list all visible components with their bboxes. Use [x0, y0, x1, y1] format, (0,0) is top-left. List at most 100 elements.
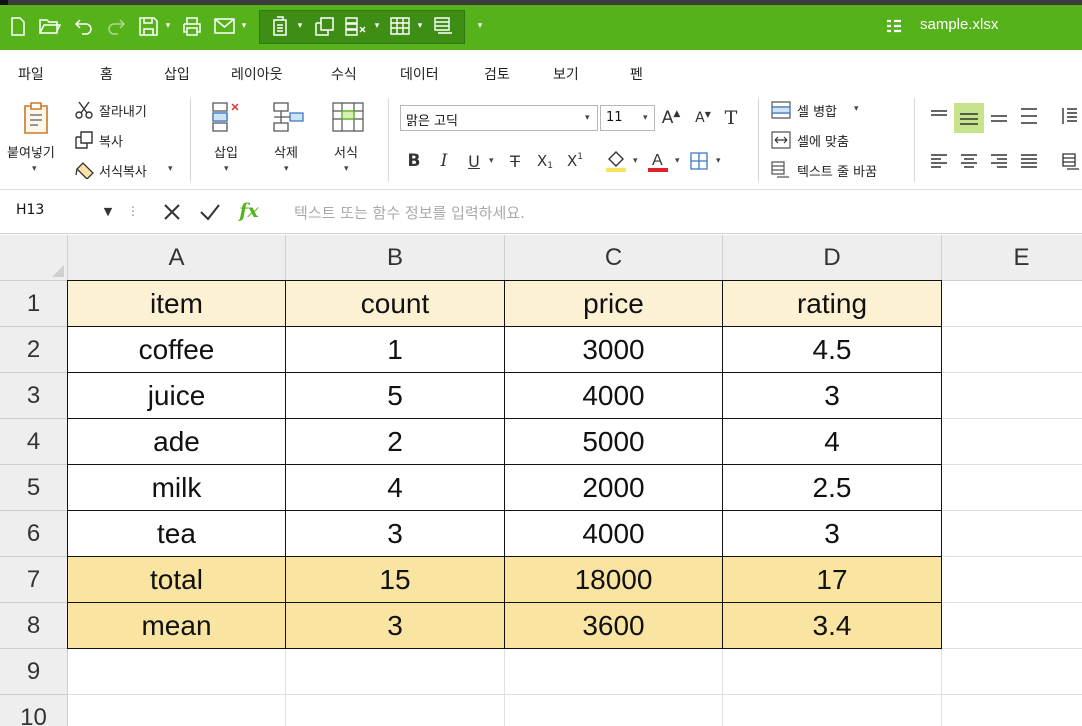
cell-a2[interactable]: coffee: [67, 326, 286, 373]
increase-font-icon[interactable]: A ▲: [660, 107, 682, 129]
column-header-b[interactable]: B: [286, 235, 505, 281]
cell-d9[interactable]: [723, 649, 942, 695]
tab-file[interactable]: 파일: [18, 64, 44, 84]
merge-cells-icon[interactable]: [770, 100, 792, 120]
delete-rows-dropdown-icon[interactable]: ▾: [371, 14, 383, 38]
cell-d3[interactable]: 3: [722, 372, 942, 419]
font-size-dropdown-icon[interactable]: ▾: [643, 113, 648, 123]
cell-b5[interactable]: 4: [285, 464, 505, 511]
cell-e3[interactable]: [942, 373, 1082, 419]
merge-dropdown-icon[interactable]: ▾: [854, 104, 859, 114]
cell-b8[interactable]: 3: [285, 602, 505, 649]
align-left-icon[interactable]: [928, 152, 950, 172]
mail-dropdown-icon[interactable]: ▾: [238, 14, 250, 38]
cell-b2[interactable]: 1: [285, 326, 505, 373]
cell-b4[interactable]: 2: [285, 418, 505, 465]
column-header-d[interactable]: D: [723, 235, 942, 281]
cut-label[interactable]: 잘라내기: [99, 101, 147, 120]
tab-formulas[interactable]: 수식: [331, 64, 357, 84]
subscript-icon[interactable]: X1: [532, 150, 558, 172]
borders-icon[interactable]: [688, 150, 710, 172]
row-header-5[interactable]: 5: [0, 465, 68, 511]
cell-e7[interactable]: [942, 557, 1082, 603]
wrap-label[interactable]: 텍스트 줄 바꿈: [797, 161, 877, 180]
cell-c5[interactable]: 2000: [504, 464, 723, 511]
tab-pen[interactable]: 펜: [630, 64, 643, 84]
formula-input[interactable]: 텍스트 또는 함수 정보를 입력하세요.: [294, 202, 525, 223]
copy-sheet-icon[interactable]: [312, 14, 336, 38]
delete-rows-icon[interactable]: [344, 14, 368, 38]
table-grid-dropdown-icon[interactable]: ▾: [414, 14, 426, 38]
paste-label[interactable]: 붙여넣기: [7, 142, 55, 161]
tab-insert[interactable]: 삽입: [164, 64, 190, 84]
cell-e10[interactable]: [942, 695, 1082, 726]
copy-label[interactable]: 복사: [99, 131, 123, 150]
cell-c8[interactable]: 3600: [504, 602, 723, 649]
tab-home[interactable]: 홈: [86, 64, 127, 94]
cell-d2[interactable]: 4.5: [722, 326, 942, 373]
font-color-dropdown-icon[interactable]: ▾: [675, 156, 680, 166]
wrap-text-icon[interactable]: [770, 160, 792, 180]
format-painter-label[interactable]: 서식복사: [99, 161, 147, 180]
cell-a1[interactable]: item: [67, 280, 286, 327]
cell-c1[interactable]: price: [504, 280, 723, 327]
bold-icon[interactable]: B: [404, 150, 424, 172]
more-options-icon[interactable]: ⋮: [127, 202, 139, 220]
cell-d4[interactable]: 4: [722, 418, 942, 465]
column-header-e[interactable]: E: [942, 235, 1082, 281]
tab-review[interactable]: 검토: [484, 64, 510, 84]
strikethrough-icon[interactable]: T: [504, 150, 526, 172]
cell-d6[interactable]: 3: [722, 510, 942, 557]
print-icon[interactable]: [180, 14, 204, 38]
merge-label[interactable]: 셀 병합: [797, 101, 837, 120]
cell-e1[interactable]: [942, 281, 1082, 327]
align-middle-button[interactable]: [954, 103, 984, 133]
name-box-dropdown-icon[interactable]: ▼: [100, 204, 116, 218]
copy-icon[interactable]: [74, 130, 94, 150]
save-icon[interactable]: [136, 14, 160, 38]
align-bottom-icon[interactable]: [988, 106, 1010, 126]
cell-a5[interactable]: milk: [67, 464, 286, 511]
cell-e6[interactable]: [942, 511, 1082, 557]
insert-label[interactable]: 삽입: [214, 142, 238, 161]
delete-label[interactable]: 삭제: [274, 142, 298, 161]
cell-a3[interactable]: juice: [67, 372, 286, 419]
cell-d5[interactable]: 2.5: [722, 464, 942, 511]
delete-cells-icon[interactable]: [270, 100, 306, 134]
redo-icon[interactable]: [104, 14, 128, 38]
align-top-icon[interactable]: [928, 106, 950, 126]
cell-d8[interactable]: 3.4: [722, 602, 942, 649]
cell-b6[interactable]: 3: [285, 510, 505, 557]
format-dropdown-icon[interactable]: ▾: [344, 164, 349, 174]
decrease-font-icon[interactable]: A ▼: [692, 107, 714, 129]
font-color-icon[interactable]: A: [646, 148, 670, 174]
underline-dropdown-icon[interactable]: ▾: [489, 156, 494, 166]
insert-dropdown-icon[interactable]: ▾: [224, 164, 229, 174]
cell-e8[interactable]: [942, 603, 1082, 649]
format-cells-icon[interactable]: [330, 100, 366, 134]
sheet-list-icon[interactable]: [884, 14, 904, 38]
cell-b7[interactable]: 15: [285, 556, 505, 603]
align-right-icon[interactable]: [988, 152, 1010, 172]
name-box[interactable]: H13: [16, 202, 44, 218]
sheet-dropdown-icon[interactable]: ▾: [294, 14, 306, 38]
delete-dropdown-icon[interactable]: ▾: [284, 164, 289, 174]
cell-d10[interactable]: [723, 695, 942, 726]
table-grid-icon[interactable]: [388, 14, 412, 38]
justify-vertical-icon[interactable]: [1018, 106, 1040, 126]
italic-icon[interactable]: I: [434, 150, 454, 172]
customize-toolbar-icon[interactable]: ▾: [474, 14, 486, 38]
sheet-icon[interactable]: [268, 14, 292, 38]
fill-color-icon[interactable]: [604, 148, 628, 174]
scissors-icon[interactable]: [74, 100, 94, 120]
row-header-7[interactable]: 7: [0, 557, 68, 603]
cell-c9[interactable]: [505, 649, 723, 695]
undo-icon[interactable]: [72, 14, 96, 38]
paste-icon[interactable]: [20, 100, 52, 136]
select-all-corner[interactable]: [0, 235, 68, 281]
cell-a10[interactable]: [68, 695, 286, 726]
row-header-6[interactable]: 6: [0, 511, 68, 557]
row-header-10[interactable]: 10: [0, 695, 68, 726]
tab-layout[interactable]: 레이아웃: [231, 64, 283, 84]
row-header-1[interactable]: 1: [0, 281, 68, 327]
